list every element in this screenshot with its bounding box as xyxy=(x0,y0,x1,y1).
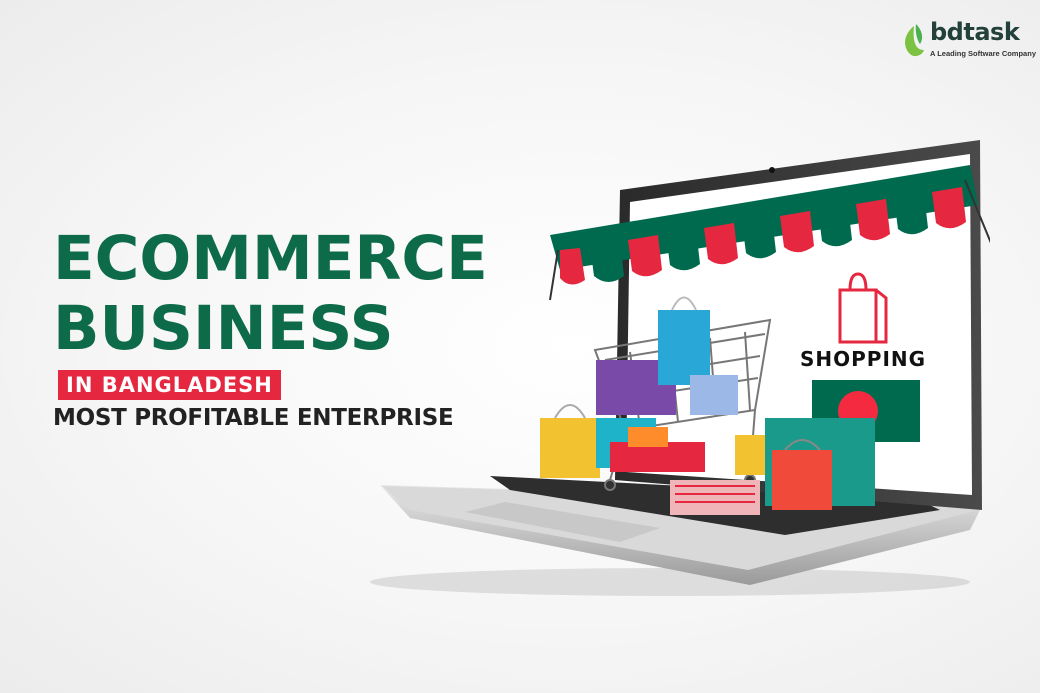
webcam xyxy=(769,167,775,173)
yellow-bag-left xyxy=(540,418,600,478)
lavender-bag xyxy=(690,375,738,415)
laptop-shadow xyxy=(370,568,970,596)
location-badge: IN BANGLADESH xyxy=(58,370,281,400)
screen-shopping-label: SHOPPING xyxy=(800,347,926,371)
leaf-logo-icon xyxy=(905,24,924,57)
yellow-bag-left-handle xyxy=(554,404,586,419)
red-bag-right xyxy=(772,450,832,510)
bdtask-logo: bdtask A Leading Software Company xyxy=(900,18,1036,60)
blue-bag xyxy=(658,310,710,385)
laptop-shop-illustration: SHOPPING xyxy=(370,140,990,596)
logo-name: bdtask xyxy=(930,18,1020,46)
yellow-bag-right xyxy=(735,435,770,475)
orange-box xyxy=(628,427,668,447)
logo-tagline: A Leading Software Company xyxy=(930,49,1036,58)
